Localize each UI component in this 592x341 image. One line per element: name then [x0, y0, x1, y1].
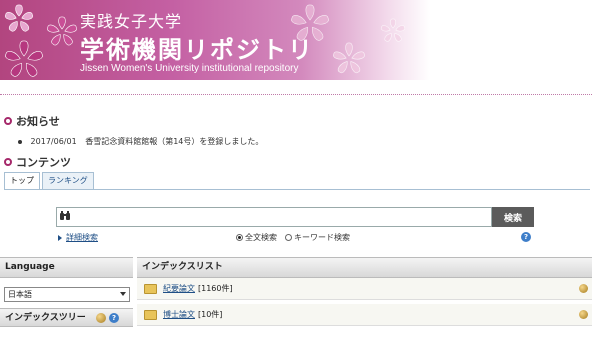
repository-title: 学術機関リポジトリ — [80, 36, 314, 64]
advanced-search-link[interactable]: 詳細検索 — [66, 232, 98, 243]
index-count: [10件] — [198, 310, 223, 319]
news-item: 2017/06/01 香雪記念資料館館報（第14号）を登録しました。 — [18, 136, 263, 147]
radio-fulltext-label: 全文検索 — [245, 233, 277, 242]
repository-subtitle: Jissen Women's University institutional … — [80, 63, 299, 74]
tab-ranking[interactable]: ランキング — [42, 172, 94, 189]
index-tree-heading: インデックスツリー ? — [0, 308, 133, 327]
sakura-flower-icon — [4, 4, 34, 32]
tab-divider — [4, 189, 590, 190]
news-text: 香雪記念資料館館報（第14号）を登録しました。 — [85, 137, 264, 146]
binoculars-icon — [60, 211, 70, 220]
index-list-panel: インデックスリスト 紀要論文 [1160件] 博士論文 [10件] — [137, 257, 592, 341]
contents-heading-label: コンテンツ — [16, 156, 71, 169]
radio-keyword-label: キーワード検索 — [294, 233, 350, 242]
search-mode-options: 全文検索 キーワード検索 — [236, 232, 350, 243]
list-item: 博士論文 [10件] — [137, 304, 592, 326]
index-link[interactable]: 博士論文 — [163, 309, 195, 320]
advanced-search: 詳細検索 — [58, 232, 98, 243]
folder-icon — [144, 283, 157, 294]
sakura-flower-icon — [380, 18, 406, 42]
university-name: 実践女子大学 — [80, 12, 183, 31]
section-bullet-icon — [4, 117, 12, 125]
sakura-flower-icon — [333, 42, 365, 74]
tab-top[interactable]: トップ — [4, 172, 40, 189]
search-bar: 検索 — [56, 207, 534, 227]
sidebar: Language 日本語 インデックスツリー ? — [0, 257, 133, 341]
header-banner: 実践女子大学 学術機関リポジトリ Jissen Women's Universi… — [0, 0, 592, 93]
index-count: [1160件] — [198, 284, 233, 293]
contents-heading: コンテンツ — [4, 154, 71, 170]
index-list-heading: インデックスリスト — [137, 257, 592, 278]
search-input[interactable] — [56, 207, 492, 227]
list-item: 紀要論文 [1160件] — [137, 278, 592, 300]
content-tabs: トップ ランキング — [4, 172, 96, 189]
header-divider — [0, 94, 592, 95]
rss-icon[interactable] — [579, 310, 588, 319]
rss-icon[interactable] — [579, 284, 588, 293]
radio-keyword[interactable] — [285, 234, 292, 241]
news-date: 2017/06/01 — [30, 137, 77, 146]
help-icon[interactable]: ? — [521, 232, 531, 242]
rss-icon[interactable] — [96, 313, 106, 323]
sakura-flower-icon — [5, 40, 43, 77]
help-icon[interactable]: ? — [109, 313, 119, 323]
radio-fulltext[interactable] — [236, 234, 243, 241]
sakura-flower-icon — [47, 16, 77, 46]
index-link[interactable]: 紀要論文 — [163, 283, 195, 294]
search-button[interactable]: 検索 — [492, 207, 534, 227]
language-select-value: 日本語 — [8, 290, 32, 299]
list-bullet-icon — [18, 139, 22, 144]
language-select[interactable]: 日本語 — [4, 287, 130, 302]
notice-heading: お知らせ — [4, 113, 60, 129]
section-bullet-icon — [4, 158, 12, 166]
triangle-right-icon — [58, 234, 62, 241]
notice-heading-label: お知らせ — [16, 115, 60, 128]
language-heading: Language — [0, 257, 133, 278]
folder-icon — [144, 309, 157, 320]
chevron-down-icon — [120, 292, 126, 296]
index-tree-heading-label: インデックスツリー — [5, 313, 86, 323]
